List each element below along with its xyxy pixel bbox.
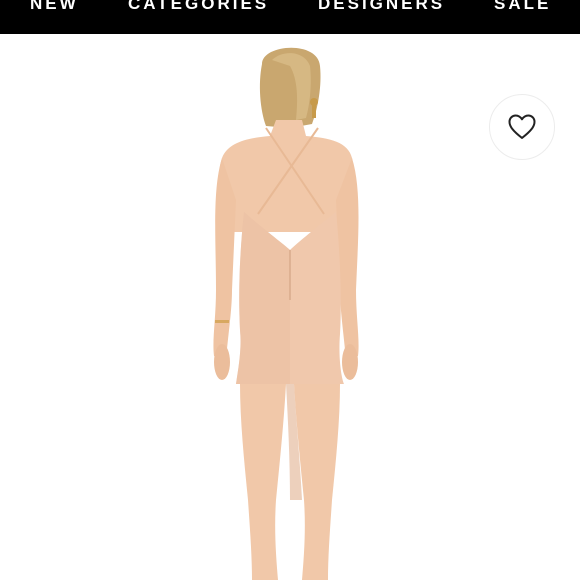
model-right-hand <box>342 344 358 380</box>
nav-item-designers[interactable]: DESIGNERS <box>318 0 445 14</box>
dress-shade <box>236 212 290 384</box>
model-left-hand <box>214 344 230 380</box>
bracelet <box>215 320 229 323</box>
earring-drop <box>312 104 316 118</box>
nav-item-sale[interactable]: SALE <box>494 0 551 14</box>
favorite-button[interactable] <box>489 94 555 160</box>
nav-item-categories[interactable]: CATEGORIES <box>128 0 269 14</box>
heart-icon <box>508 114 536 139</box>
top-navigation: NEW CATEGORIES DESIGNERS SALE <box>0 0 580 34</box>
model-left-leg <box>240 384 286 580</box>
product-image-area <box>0 34 580 580</box>
nav-item-new[interactable]: NEW <box>30 0 79 14</box>
